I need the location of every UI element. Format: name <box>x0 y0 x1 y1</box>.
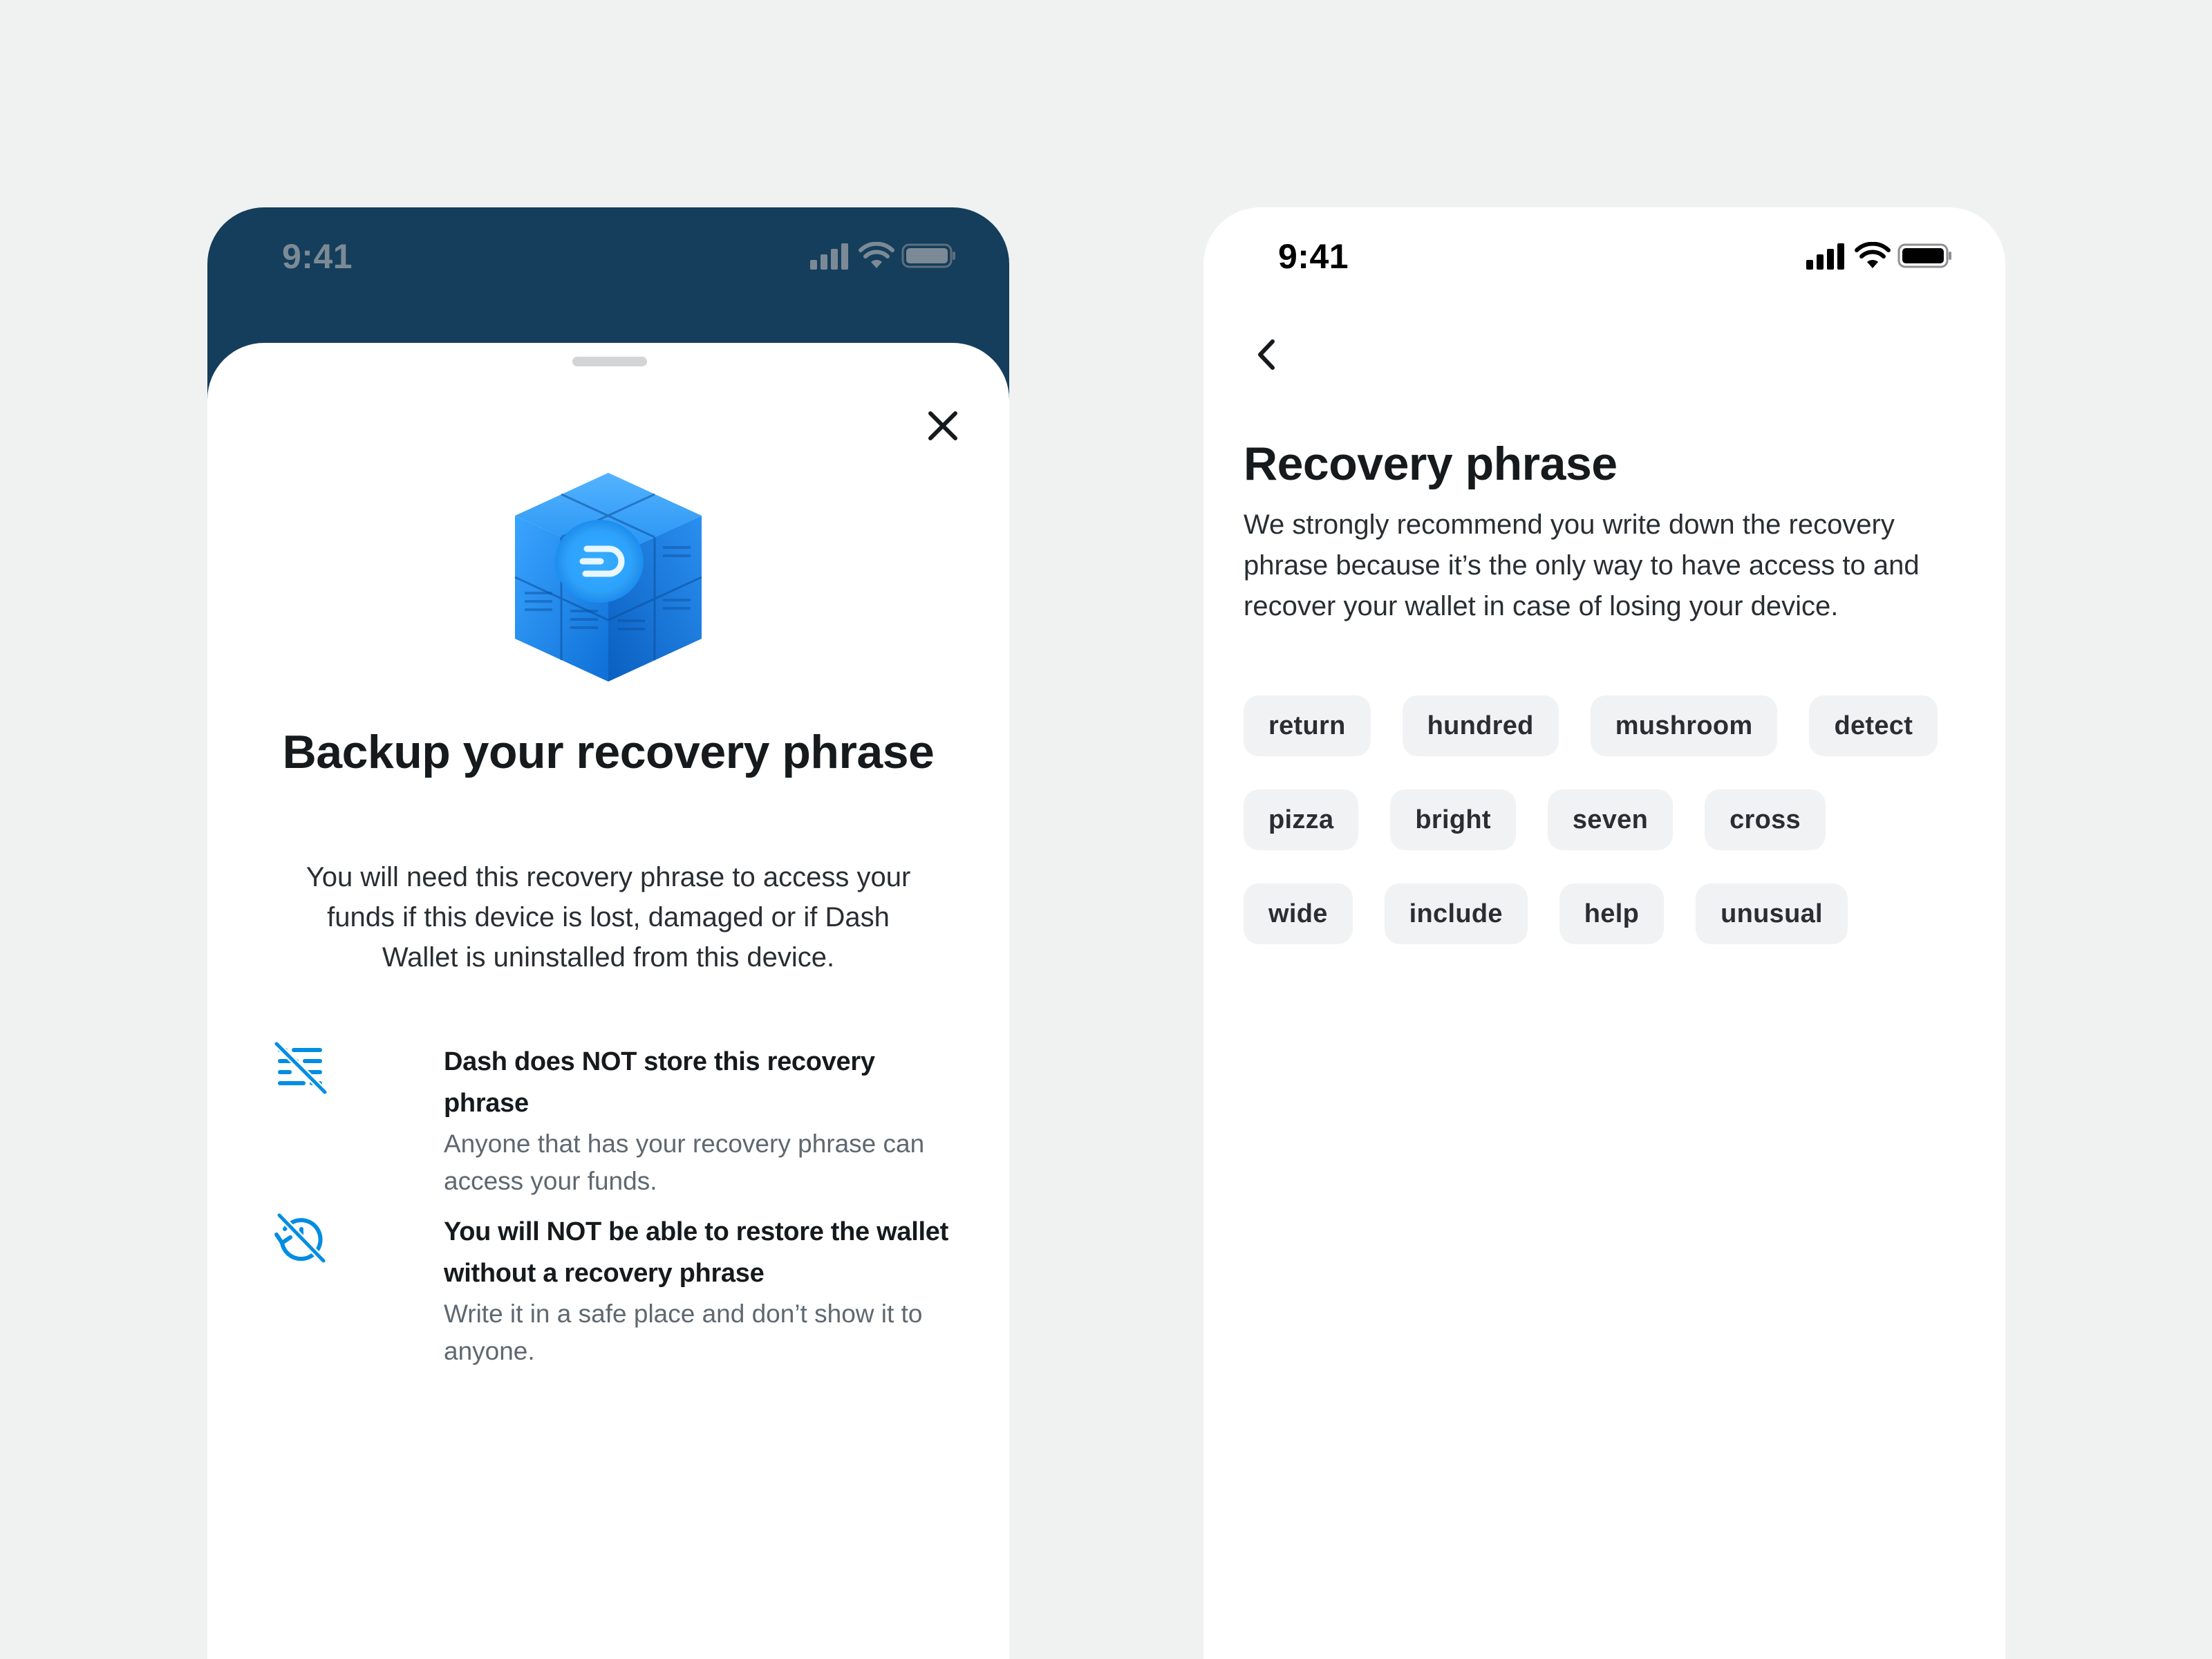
word-chip: bright <box>1390 789 1516 850</box>
cube-illustration <box>514 473 702 682</box>
battery-icon <box>1897 243 1951 268</box>
sheet-description: You will need this recovery phrase to ac… <box>306 862 911 973</box>
back-button[interactable] <box>1235 324 1297 386</box>
word-chip: detect <box>1809 695 1938 756</box>
word-chip: hundred <box>1402 695 1559 756</box>
close-button[interactable] <box>921 404 965 448</box>
recovery-phrase-screen: 9:41 Recovery phrase We strongly recomme… <box>1203 207 2005 1659</box>
no-storage-icon <box>274 1041 328 1095</box>
word-row: wide include help unusual <box>1244 883 1978 944</box>
word-chip: wide <box>1244 883 1353 944</box>
recovery-words: return hundred mushroom detect pizza bri… <box>1244 695 1978 977</box>
feature-title: Dash does NOT store this recovery phrase <box>444 1047 875 1118</box>
word-row: return hundred mushroom detect <box>1244 695 1978 756</box>
bottom-sheet: Backup your recovery phrase You will nee… <box>207 343 1009 1659</box>
wifi-icon <box>1855 242 1891 268</box>
page-title: Recovery phrase <box>1244 438 1618 490</box>
status-bar: 9:41 <box>207 207 1009 311</box>
backup-sheet-screen: 9:41 Backup your recovery phrase You wil… <box>207 207 1009 1659</box>
battery-icon <box>901 243 955 268</box>
word-row: pizza bright seven cross <box>1244 789 1978 850</box>
status-time: 9:41 <box>282 237 353 276</box>
chevron-left-icon <box>1258 339 1275 370</box>
feature-title: You will NOT be able to restore the wall… <box>444 1217 948 1288</box>
word-chip: pizza <box>1244 789 1359 850</box>
word-chip: cross <box>1705 789 1826 850</box>
close-icon <box>928 411 957 440</box>
status-time: 9:41 <box>1278 237 1349 276</box>
wifi-icon <box>859 242 894 268</box>
signal-icon <box>1806 243 1844 270</box>
signal-icon <box>810 243 848 270</box>
feature-subtitle: Anyone that has your recovery phrase can… <box>444 1130 925 1195</box>
feature-subtitle: Write it in a safe place and don’t show … <box>444 1300 923 1365</box>
word-chip: include <box>1384 883 1528 944</box>
word-chip: mushroom <box>1590 695 1778 756</box>
page-description: We strongly recommend you write down the… <box>1244 509 1920 621</box>
word-chip: return <box>1244 695 1371 756</box>
word-chip: seven <box>1547 789 1674 850</box>
sheet-title: Backup your recovery phrase <box>282 726 935 778</box>
no-restore-icon <box>274 1212 326 1264</box>
status-bar: 9:41 <box>1203 207 2005 311</box>
word-chip: unusual <box>1696 883 1848 944</box>
word-chip: help <box>1559 883 1665 944</box>
sheet-grabber[interactable] <box>572 357 647 366</box>
